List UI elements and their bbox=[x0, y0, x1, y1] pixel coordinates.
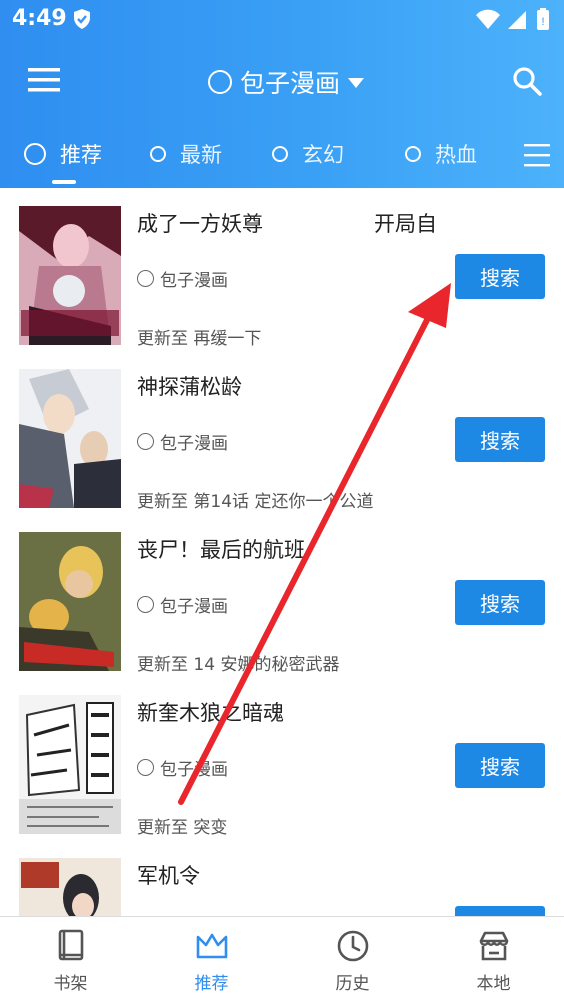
list-item[interactable]: 成了一方妖尊 开局自 包子漫画 更新至 再缓一下 搜索 bbox=[0, 188, 564, 351]
bottom-nav: 书架 推荐 历史 本地 bbox=[0, 916, 564, 1003]
list-item[interactable]: 新奎木狼之暗魂 包子漫画 更新至 突变 搜索 bbox=[0, 677, 564, 840]
shield-icon bbox=[72, 8, 92, 34]
list-item[interactable]: 军机令 搜索 bbox=[0, 840, 564, 916]
update-status: 更新至 突变 bbox=[137, 818, 228, 838]
comic-source: 包子漫画 bbox=[137, 429, 228, 454]
update-status: 更新至 再缓一下 bbox=[137, 329, 262, 349]
source-label: 包子漫画 bbox=[160, 434, 228, 454]
source-label: 包子漫画 bbox=[160, 597, 228, 617]
comic-title: 军机令 bbox=[137, 864, 200, 888]
comic-title: 丧尸！最后的航班 bbox=[137, 538, 305, 562]
nav-local[interactable]: 本地 bbox=[423, 917, 564, 1003]
comic-title: 新奎木狼之暗魂 bbox=[137, 701, 284, 725]
nav-label: 历史 bbox=[335, 974, 370, 994]
comic-source: 包子漫画 bbox=[137, 592, 228, 617]
search-button[interactable]: 搜索 bbox=[455, 417, 545, 462]
update-status: 更新至 第14话 定还你一个公道 bbox=[137, 492, 374, 512]
tabs-menu-icon[interactable] bbox=[524, 142, 550, 172]
wifi-icon bbox=[476, 9, 500, 30]
crown-icon bbox=[195, 929, 229, 967]
status-time: 4:49 bbox=[12, 6, 67, 31]
tab-dot-icon bbox=[24, 143, 46, 165]
tab-label: 热血 bbox=[435, 143, 477, 167]
nav-recommend[interactable]: 推荐 bbox=[141, 917, 282, 1003]
source-circle-icon bbox=[137, 596, 154, 613]
svg-text:!: ! bbox=[541, 16, 544, 28]
status-bar: 4:49 ! bbox=[0, 0, 564, 40]
source-label: 包子漫画 bbox=[160, 760, 228, 780]
source-circle-icon bbox=[137, 759, 154, 776]
comic-list: 成了一方妖尊 开局自 包子漫画 更新至 再缓一下 搜索 神探蒲松龄 包子漫画 更 bbox=[0, 188, 564, 916]
nav-label: 本地 bbox=[476, 974, 511, 994]
tab-dot-icon bbox=[150, 146, 166, 162]
tab-latest[interactable]: 最新 bbox=[150, 136, 222, 172]
source-selector[interactable]: 包子漫画 bbox=[208, 62, 365, 102]
source-label: 包子漫画 bbox=[160, 271, 228, 291]
nav-label: 推荐 bbox=[194, 974, 229, 994]
comic-cover bbox=[19, 858, 121, 916]
search-icon[interactable] bbox=[512, 66, 542, 100]
tab-action[interactable]: 热血 bbox=[405, 136, 477, 172]
comic-title: 神探蒲松龄 bbox=[137, 375, 242, 399]
tab-dot-icon bbox=[272, 146, 288, 162]
tab-indicator bbox=[52, 180, 76, 184]
clock-icon bbox=[336, 929, 370, 967]
tab-recommend[interactable]: 推荐 bbox=[24, 136, 102, 172]
search-button[interactable]: 搜索 bbox=[455, 906, 545, 916]
signal-icon bbox=[508, 11, 526, 29]
comic-title-continued: 开局自 bbox=[374, 212, 437, 236]
search-button[interactable]: 搜索 bbox=[455, 254, 545, 299]
comic-cover bbox=[19, 206, 121, 345]
nav-history[interactable]: 历史 bbox=[282, 917, 423, 1003]
comic-cover bbox=[19, 369, 121, 508]
system-icons: ! bbox=[474, 8, 554, 36]
source-circle-icon bbox=[137, 433, 154, 450]
search-button[interactable]: 搜索 bbox=[455, 743, 545, 788]
page-title: 包子漫画 bbox=[240, 69, 341, 98]
update-status: 更新至 14 安娜的秘密武器 bbox=[137, 655, 340, 675]
comic-cover bbox=[19, 695, 121, 834]
tab-dot-icon bbox=[405, 146, 421, 162]
toolbar: 包子漫画 bbox=[0, 40, 564, 124]
tab-label: 最新 bbox=[180, 143, 222, 167]
source-circle-icon bbox=[137, 270, 154, 287]
tab-fantasy[interactable]: 玄幻 bbox=[272, 136, 344, 172]
comic-source: 包子漫画 bbox=[137, 755, 228, 780]
category-tabs: 推荐 最新 玄幻 热血 bbox=[0, 130, 564, 188]
app-header: 4:49 ! 包子漫画 推荐 最新 玄幻 热血 bbox=[0, 0, 564, 188]
chevron-down-icon bbox=[348, 73, 365, 92]
comic-cover bbox=[19, 532, 121, 671]
source-circle-icon bbox=[208, 70, 232, 94]
battery-icon: ! bbox=[537, 8, 549, 30]
tab-label: 推荐 bbox=[60, 143, 102, 167]
nav-bookshelf[interactable]: 书架 bbox=[0, 917, 141, 1003]
tab-label: 玄幻 bbox=[302, 143, 344, 167]
list-item[interactable]: 丧尸！最后的航班 包子漫画 更新至 14 安娜的秘密武器 搜索 bbox=[0, 514, 564, 677]
comic-title: 成了一方妖尊 bbox=[137, 212, 263, 236]
store-icon bbox=[477, 929, 511, 967]
list-item[interactable]: 神探蒲松龄 包子漫画 更新至 第14话 定还你一个公道 搜索 bbox=[0, 351, 564, 514]
menu-icon[interactable] bbox=[28, 68, 60, 96]
book-icon bbox=[54, 929, 88, 967]
search-button[interactable]: 搜索 bbox=[455, 580, 545, 625]
comic-source: 包子漫画 bbox=[137, 266, 228, 291]
nav-label: 书架 bbox=[53, 974, 88, 994]
